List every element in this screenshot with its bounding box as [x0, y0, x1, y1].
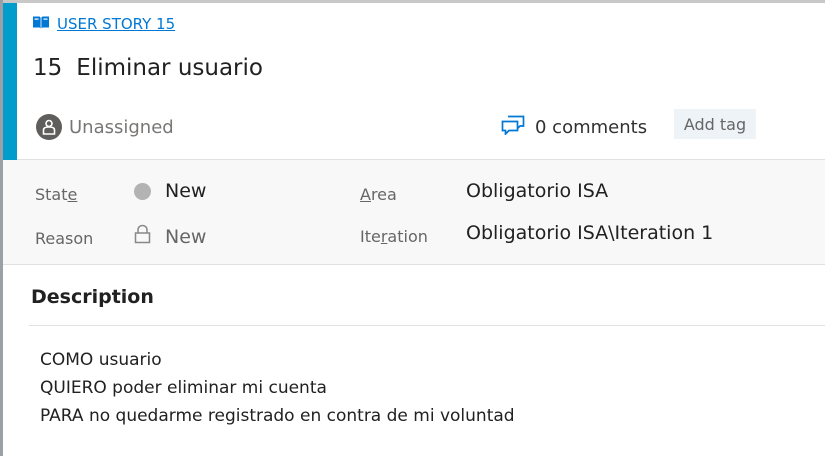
description-line: QUIERO poder eliminar mi cuenta — [40, 378, 327, 398]
area-value[interactable]: Obligatorio ISA — [466, 180, 608, 202]
add-tag-button[interactable]: Add tag — [674, 109, 756, 139]
work-item-id: 15 — [33, 55, 63, 81]
description-heading: Description — [31, 286, 154, 308]
reason-value: New — [165, 225, 207, 248]
iteration-value[interactable]: Obligatorio ISA\Iteration 1 — [466, 222, 713, 244]
work-item-title-text[interactable]: Eliminar usuario — [76, 55, 263, 81]
comments-count-label[interactable]: 0 comments — [535, 117, 647, 138]
area-field-label: Area — [360, 185, 397, 204]
state-dot-icon — [134, 182, 151, 200]
work-item-type-link[interactable]: USER STORY 15 — [32, 13, 175, 35]
description-editor[interactable]: COMO usuario QUIERO poder eliminar mi cu… — [40, 346, 515, 430]
comments-icon — [501, 115, 525, 140]
reason-field-label: Reason — [35, 229, 94, 248]
work-item-type-label[interactable]: USER STORY 15 — [57, 15, 175, 33]
state-field[interactable]: New — [134, 180, 206, 202]
description-line: COMO usuario — [40, 350, 162, 370]
assigned-to-label[interactable]: Unassigned — [69, 117, 174, 138]
comments-link[interactable]: 0 comments — [501, 114, 647, 140]
iteration-field-label: Iteration — [360, 227, 428, 246]
reason-field: New — [134, 224, 206, 249]
lock-icon — [134, 224, 151, 249]
state-field-label: State — [35, 185, 78, 204]
work-item-fields-panel: State New Reason New Area Obligatorio IS… — [3, 160, 825, 265]
state-value[interactable]: New — [165, 180, 206, 202]
work-item-type-color-bar — [3, 3, 17, 160]
iteration-field[interactable]: Obligatorio ISA\Iteration 1 — [466, 222, 713, 244]
work-item-header: USER STORY 15 15 Eliminar usuario Unassi… — [3, 3, 825, 160]
area-field[interactable]: Obligatorio ISA — [466, 180, 608, 202]
book-icon — [32, 15, 50, 34]
unassigned-avatar-icon — [36, 114, 62, 140]
assigned-to-control[interactable]: Unassigned — [36, 113, 174, 141]
add-tag-label[interactable]: Add tag — [684, 115, 746, 134]
work-item-form: USER STORY 15 15 Eliminar usuario Unassi… — [3, 3, 825, 456]
description-line: PARA no quedarme registrado en contra de… — [40, 406, 515, 426]
description-divider — [29, 325, 825, 326]
work-item-title[interactable]: 15 Eliminar usuario — [33, 55, 263, 81]
